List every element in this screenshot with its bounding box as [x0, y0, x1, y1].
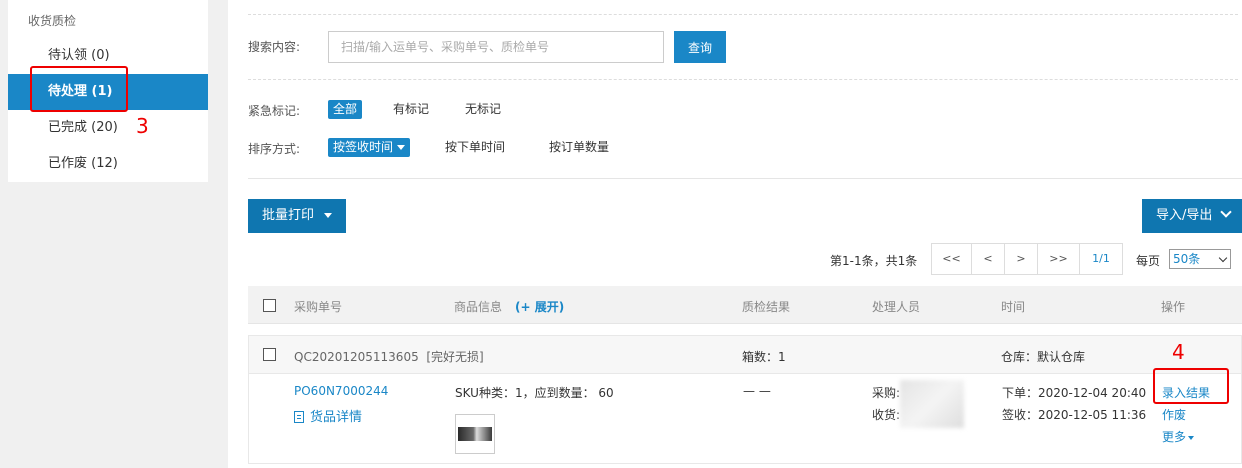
sidebar-item-voided[interactable]: 已作废 (12) — [8, 146, 208, 182]
product-image — [458, 427, 492, 441]
divider — [248, 178, 1242, 179]
batch-print-label: 批量打印 — [262, 208, 315, 223]
sort-option-label: 按签收时间 — [333, 140, 394, 154]
void-link[interactable]: 作废 — [1162, 406, 1186, 423]
box-count: 箱数：1 — [742, 350, 786, 364]
sidebar-item-pending[interactable]: 待处理 (1) — [8, 74, 208, 110]
product-detail-link[interactable]: 货品详情 — [294, 406, 362, 425]
buyer-label: 采购: — [872, 386, 901, 400]
urgent-option-unmarked[interactable]: 无标记 — [460, 100, 506, 119]
sort-by-quantity[interactable]: 按订单数量 — [544, 138, 614, 157]
search-label: 搜索内容: — [248, 40, 301, 54]
more-dropdown[interactable]: 更多 — [1162, 428, 1195, 445]
first-page-button[interactable]: << — [932, 244, 972, 274]
import-export-label: 导入/导出 — [1156, 208, 1213, 223]
per-page-select[interactable]: 50条 — [1169, 249, 1231, 269]
urgent-label: 紧急标记: — [248, 104, 301, 118]
product-thumbnail[interactable] — [455, 414, 495, 454]
search-input[interactable] — [328, 31, 664, 63]
table-row-header: QC20201205113605 [完好无损] 箱数：1 仓库：默认仓库 — [248, 335, 1242, 374]
sort-by-sign-time[interactable]: 按签收时间 — [328, 138, 411, 157]
header-product: 商品信息 — [454, 300, 503, 314]
table-header: 采购单号 商品信息 (+ 展开) 质检结果 处理人员 时间 操作 — [248, 286, 1242, 324]
caret-down-icon — [324, 213, 333, 218]
urgent-option-marked[interactable]: 有标记 — [388, 100, 434, 119]
sort-by-order-time[interactable]: 按下单时间 — [440, 138, 510, 157]
header-handler: 处理人员 — [872, 300, 921, 314]
prev-page-button[interactable]: < — [972, 244, 1005, 274]
qc-result: — — — [743, 384, 771, 398]
last-page-button[interactable]: >> — [1038, 244, 1080, 274]
page-indicator: 1/1 — [1092, 252, 1110, 265]
batch-print-button[interactable]: 批量打印 — [248, 199, 347, 233]
sign-time: 签收：2020-12-05 11:36 — [1002, 408, 1147, 422]
caret-down-icon — [397, 145, 406, 150]
qc-number: QC20201205113605 [完好无损] — [294, 348, 484, 365]
per-page-value: 50条 — [1173, 252, 1201, 266]
header-po: 采购单号 — [294, 300, 343, 314]
po-number-link[interactable]: PO60N7000244 — [294, 384, 388, 398]
chevron-down-icon — [1220, 206, 1233, 218]
chevron-down-icon — [1218, 253, 1228, 263]
next-page-button[interactable]: > — [1005, 244, 1038, 274]
annotation-number-3: 3 — [136, 114, 149, 138]
header-result: 质检结果 — [742, 300, 791, 314]
per-page-label: 每页 — [1136, 254, 1161, 268]
sidebar-item-completed[interactable]: 已完成 (20) — [8, 110, 208, 146]
sidebar: 收货质检 待认领 (0) 待处理 (1) 已完成 (20) 已作废 (12) — [8, 0, 208, 182]
redacted-names — [900, 380, 964, 428]
table-row: PO60N7000244 货品详情 SKU种类：1，应到数量： 60 — — 采… — [248, 374, 1242, 464]
sidebar-item-to-claim[interactable]: 待认领 (0) — [8, 38, 208, 74]
divider — [248, 14, 1238, 15]
qc-number-value: QC20201205113605 — [294, 350, 419, 364]
query-button[interactable]: 查询 — [674, 31, 726, 63]
header-action: 操作 — [1161, 300, 1186, 314]
product-detail-label: 货品详情 — [310, 410, 363, 425]
divider — [248, 79, 1238, 80]
select-all-checkbox[interactable] — [263, 299, 276, 312]
warehouse: 仓库：默认仓库 — [1001, 350, 1086, 364]
sidebar-header: 收货质检 — [28, 14, 77, 28]
order-time: 下单：2020-12-04 20:40 — [1002, 386, 1147, 400]
receiver-label: 收货: — [872, 408, 901, 422]
pager-summary: 第1-1条，共1条 — [830, 254, 918, 268]
caret-down-icon — [1188, 435, 1195, 440]
header-time: 时间 — [1001, 300, 1026, 314]
urgent-option-all[interactable]: 全部 — [328, 100, 363, 119]
row-checkbox[interactable] — [263, 348, 276, 361]
import-export-button[interactable]: 导入/导出 — [1142, 199, 1242, 233]
enter-result-link[interactable]: 录入结果 — [1162, 384, 1210, 401]
more-label: 更多 — [1162, 430, 1187, 444]
expand-link[interactable]: (+ 展开) — [515, 298, 564, 315]
sku-info: SKU种类：1，应到数量： 60 — [455, 386, 614, 400]
main-panel: 搜索内容: 查询 紧急标记: 全部 有标记 无标记 排序方式: 按签收时间 按下… — [228, 0, 1242, 468]
document-icon — [294, 411, 304, 423]
pagination: << < > >> 1/1 — [931, 243, 1123, 275]
qc-tag: [完好无损] — [426, 350, 484, 364]
sort-label: 排序方式: — [248, 142, 301, 156]
annotation-number-4: 4 — [1172, 340, 1185, 364]
